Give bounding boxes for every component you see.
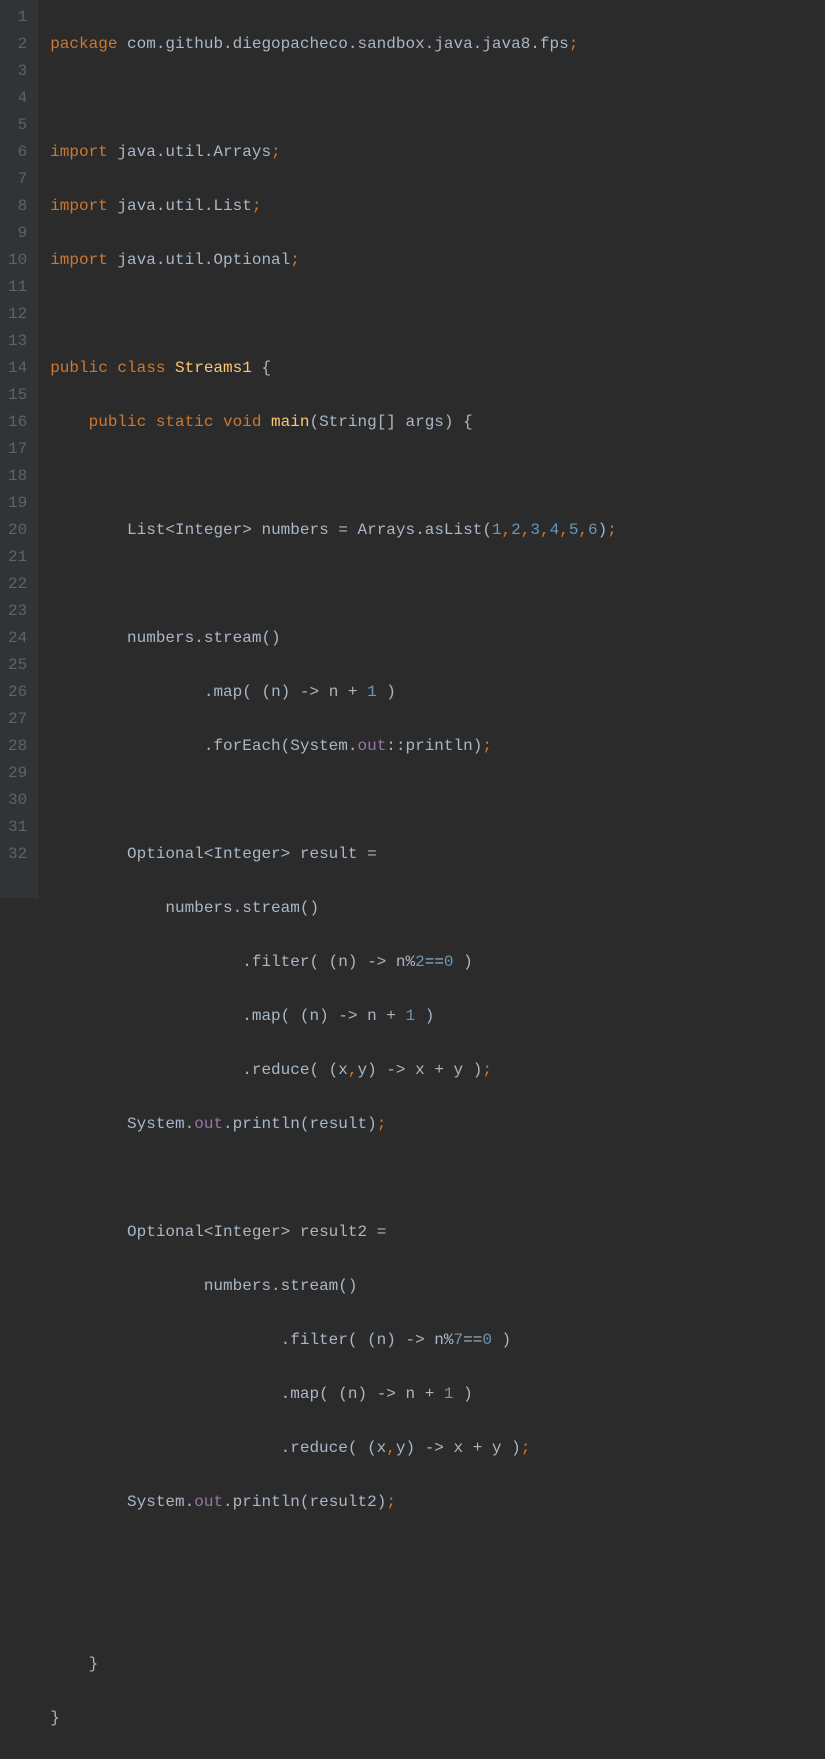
code-line[interactable]: .map( (n) -> n + 1 ) [50, 1003, 825, 1030]
code-line[interactable]: System.out.println(result2); [50, 1489, 825, 1516]
line-number: 17 [8, 436, 27, 463]
code-line[interactable]: import java.util.Optional; [50, 247, 825, 274]
code-line[interactable]: } [50, 1705, 825, 1732]
line-number: 27 [8, 706, 27, 733]
line-number: 2 [8, 31, 27, 58]
code-line[interactable]: Optional<Integer> result = [50, 841, 825, 868]
code-line[interactable] [50, 85, 825, 112]
code-line[interactable]: } [50, 1651, 825, 1678]
line-number: 11 [8, 274, 27, 301]
code-line[interactable] [50, 1165, 825, 1192]
code-line[interactable]: public static void main(String[] args) { [50, 409, 825, 436]
line-number: 23 [8, 598, 27, 625]
line-number: 31 [8, 814, 27, 841]
code-line[interactable] [50, 571, 825, 598]
line-number: 8 [8, 193, 27, 220]
line-number: 4 [8, 85, 27, 112]
code-line[interactable]: import java.util.List; [50, 193, 825, 220]
code-line[interactable]: .reduce( (x,y) -> x + y ); [50, 1057, 825, 1084]
code-line[interactable]: numbers.stream() [50, 625, 825, 652]
line-number: 16 [8, 409, 27, 436]
code-line[interactable]: public class Streams1 { [50, 355, 825, 382]
line-number: 21 [8, 544, 27, 571]
line-number: 6 [8, 139, 27, 166]
line-number: 32 [8, 841, 27, 868]
code-line[interactable] [50, 1543, 825, 1570]
code-line[interactable]: .filter( (n) -> n%7==0 ) [50, 1327, 825, 1354]
line-number: 1 [8, 4, 27, 31]
line-number: 14 [8, 355, 27, 382]
code-line[interactable]: package com.github.diegopacheco.sandbox.… [50, 31, 825, 58]
line-number: 15 [8, 382, 27, 409]
line-number: 7 [8, 166, 27, 193]
code-line[interactable] [50, 463, 825, 490]
line-number: 3 [8, 58, 27, 85]
code-line[interactable]: .filter( (n) -> n%2==0 ) [50, 949, 825, 976]
code-line[interactable] [50, 1597, 825, 1624]
line-number: 13 [8, 328, 27, 355]
line-number: 29 [8, 760, 27, 787]
code-line[interactable]: List<Integer> numbers = Arrays.asList(1,… [50, 517, 825, 544]
line-number: 19 [8, 490, 27, 517]
code-line[interactable]: .forEach(System.out::println); [50, 733, 825, 760]
code-line[interactable]: numbers.stream() [50, 895, 825, 922]
code-line[interactable]: Optional<Integer> result2 = [50, 1219, 825, 1246]
line-number: 5 [8, 112, 27, 139]
line-number: 12 [8, 301, 27, 328]
line-number: 30 [8, 787, 27, 814]
code-editor[interactable]: package com.github.diegopacheco.sandbox.… [38, 0, 825, 898]
line-number: 26 [8, 679, 27, 706]
code-line[interactable]: .reduce( (x,y) -> x + y ); [50, 1435, 825, 1462]
line-number: 9 [8, 220, 27, 247]
line-number: 28 [8, 733, 27, 760]
line-number: 10 [8, 247, 27, 274]
code-line[interactable]: System.out.println(result); [50, 1111, 825, 1138]
line-number: 24 [8, 625, 27, 652]
code-line[interactable] [50, 787, 825, 814]
line-number: 22 [8, 571, 27, 598]
code-line[interactable]: .map( (n) -> n + 1 ) [50, 679, 825, 706]
code-line[interactable]: import java.util.Arrays; [50, 139, 825, 166]
line-number: 25 [8, 652, 27, 679]
code-line[interactable] [50, 301, 825, 328]
code-line[interactable]: numbers.stream() [50, 1273, 825, 1300]
line-number: 20 [8, 517, 27, 544]
line-number-gutter: 1 2 3 4 5 6 7 8 9 10 11 12 13 14 15 16 1… [0, 0, 38, 898]
code-line[interactable]: .map( (n) -> n + 1 ) [50, 1381, 825, 1408]
line-number: 18 [8, 463, 27, 490]
